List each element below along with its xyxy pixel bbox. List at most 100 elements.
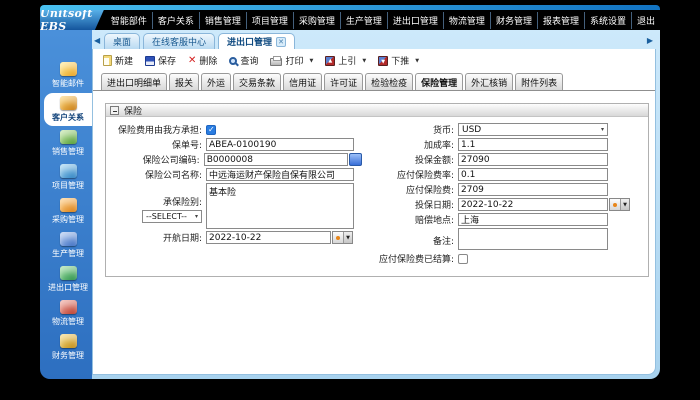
menu-item-customer-relations[interactable]: 客户关系 [152,12,199,29]
tab-scroll-right-icon[interactable] [647,36,653,45]
premium-field[interactable] [458,183,608,196]
menu-item-production[interactable]: 生产管理 [340,12,387,29]
sidebar: 智能邮件 客户关系 销售管理 项目管理 采购管理 生产管理 [40,30,92,379]
menu-item-project[interactable]: 项目管理 [246,12,293,29]
coverage-textarea[interactable]: 基本险 [206,183,354,229]
mail-icon [60,62,77,76]
sidebar-item-label: 进出口管理 [48,282,88,293]
sidebar-item-label: 销售管理 [52,146,84,157]
company-name-field[interactable] [206,168,354,181]
calendar-icon [610,199,620,210]
menu-item-import-export[interactable]: 进出口管理 [387,12,443,29]
sail-date-picker-button[interactable] [332,231,353,244]
print-button[interactable]: 打印 [270,54,313,67]
subtab-trade-terms[interactable]: 交易条款 [233,73,281,90]
customer-icon [60,96,77,110]
tab-import-export-management[interactable]: 进出口管理 [218,33,295,49]
claim-place-field[interactable] [458,213,608,226]
button-label: 打印 [285,54,303,67]
sidebar-item-logistics[interactable]: 物流管理 [44,297,92,330]
insured-by-us-label: 保险费用由我方承担: [108,123,206,136]
insure-date-picker-button[interactable] [609,198,630,211]
query-button[interactable]: 查询 [229,54,258,67]
tab-desktop[interactable]: 桌面 [104,33,140,49]
sidebar-item-finance[interactable]: 财务管理 [44,331,92,364]
dropdown-arrow-icon[interactable] [415,58,419,64]
insure-date-field[interactable] [458,198,608,211]
company-code-label: 保险公司编码: [108,153,204,166]
coverage-select[interactable]: --SELECT-- [142,210,202,223]
sidebar-item-label: 采购管理 [52,214,84,225]
insured-amount-label: 投保金额: [362,153,458,166]
menu-item-smart-widgets[interactable]: 智能部件 [106,12,152,29]
sidebar-item-label: 智能邮件 [52,78,84,89]
subtab-attachment-list[interactable]: 附件列表 [515,73,563,90]
premium-settled-checkbox[interactable] [458,254,468,264]
company-code-field[interactable] [204,153,349,166]
search-icon [229,57,237,65]
button-label: 保存 [158,54,176,67]
subtab-customs[interactable]: 报关 [169,73,199,90]
tab-scroll-left-icon[interactable] [94,36,100,45]
sidebar-item-customer-relations[interactable]: 客户关系 [44,93,92,126]
coverage-label-stack: 承保险别: --SELECT-- [108,183,206,223]
collapse-icon[interactable] [110,106,119,115]
markup-rate-field[interactable] [458,138,608,151]
premium-settled-label: 应付保险费已结算: [362,252,458,265]
subtab-bar: 进出口明细单 报关 外运 交易条款 信用证 许可证 检验检疫 保险管理 外汇核销… [93,71,655,91]
subtab-foreign-shipping[interactable]: 外运 [201,73,231,90]
sidebar-item-import-export[interactable]: 进出口管理 [44,263,92,296]
menu-item-purchasing[interactable]: 采购管理 [293,12,340,29]
subtab-license[interactable]: 许可证 [324,73,363,90]
menu-item-sales[interactable]: 销售管理 [199,12,246,29]
finance-icon [60,334,77,348]
premium-rate-field[interactable] [458,168,608,181]
sidebar-item-label: 物流管理 [52,316,84,327]
sidebar-item-label: 财务管理 [52,350,84,361]
tab-online-service-center[interactable]: 在线客服中心 [143,33,215,49]
dropdown-arrow-icon[interactable] [362,58,366,64]
sidebar-item-smart-mail[interactable]: 智能邮件 [44,59,92,92]
currency-select[interactable]: USD [458,123,608,136]
production-icon [60,232,77,246]
save-icon [145,56,155,66]
insured-by-us-checkbox[interactable] [206,125,216,135]
menu-item-logout[interactable]: 退出 [631,12,660,29]
subtab-forex-verification[interactable]: 外汇核销 [465,73,513,90]
subtab-letter-of-credit[interactable]: 信用证 [283,73,322,90]
sail-date-field[interactable] [206,231,331,244]
save-button[interactable]: 保存 [145,54,176,67]
tab-label: 桌面 [113,35,131,48]
calendar-icon [333,232,343,243]
main-row: 智能邮件 客户关系 销售管理 项目管理 采购管理 生产管理 [40,30,660,379]
top-menu: 智能部件 客户关系 销售管理 项目管理 采购管理 生产管理 进出口管理 物流管理… [106,12,660,29]
close-icon[interactable] [276,37,286,47]
push-down-button[interactable]: 下推 [378,54,419,67]
remarks-textarea[interactable] [458,228,608,250]
menu-item-reports[interactable]: 报表管理 [537,12,584,29]
company-lookup-button[interactable] [349,153,362,166]
claim-place-label: 赔偿地点: [362,213,458,226]
sidebar-item-sales[interactable]: 销售管理 [44,127,92,160]
policy-no-label: 保单号: [108,138,206,151]
new-button[interactable]: 新建 [103,54,133,67]
subtab-insurance-management[interactable]: 保险管理 [415,73,463,90]
groupbox-body: 保险费用由我方承担: 保单号: 保险公司编码: [106,117,648,276]
subtab-import-export-detail[interactable]: 进出口明细单 [101,73,167,90]
menu-item-logistics[interactable]: 物流管理 [443,12,490,29]
sidebar-item-production[interactable]: 生产管理 [44,229,92,262]
menu-item-finance[interactable]: 财务管理 [490,12,537,29]
premium-label: 应付保险费: [362,183,458,196]
sidebar-item-purchasing[interactable]: 采购管理 [44,195,92,228]
pull-up-icon [325,56,335,66]
menu-item-system-settings[interactable]: 系统设置 [584,12,631,29]
sidebar-item-project[interactable]: 项目管理 [44,161,92,194]
pull-up-button[interactable]: 上引 [325,54,366,67]
dropdown-arrow-icon[interactable] [309,58,313,64]
delete-button[interactable]: 删除 [188,54,217,67]
sail-date-label: 开航日期: [108,231,206,244]
insure-date-label: 投保日期: [362,198,458,211]
subtab-inspection-quarantine[interactable]: 检验检疫 [365,73,413,90]
insured-amount-field[interactable] [458,153,608,166]
policy-no-field[interactable] [206,138,354,151]
